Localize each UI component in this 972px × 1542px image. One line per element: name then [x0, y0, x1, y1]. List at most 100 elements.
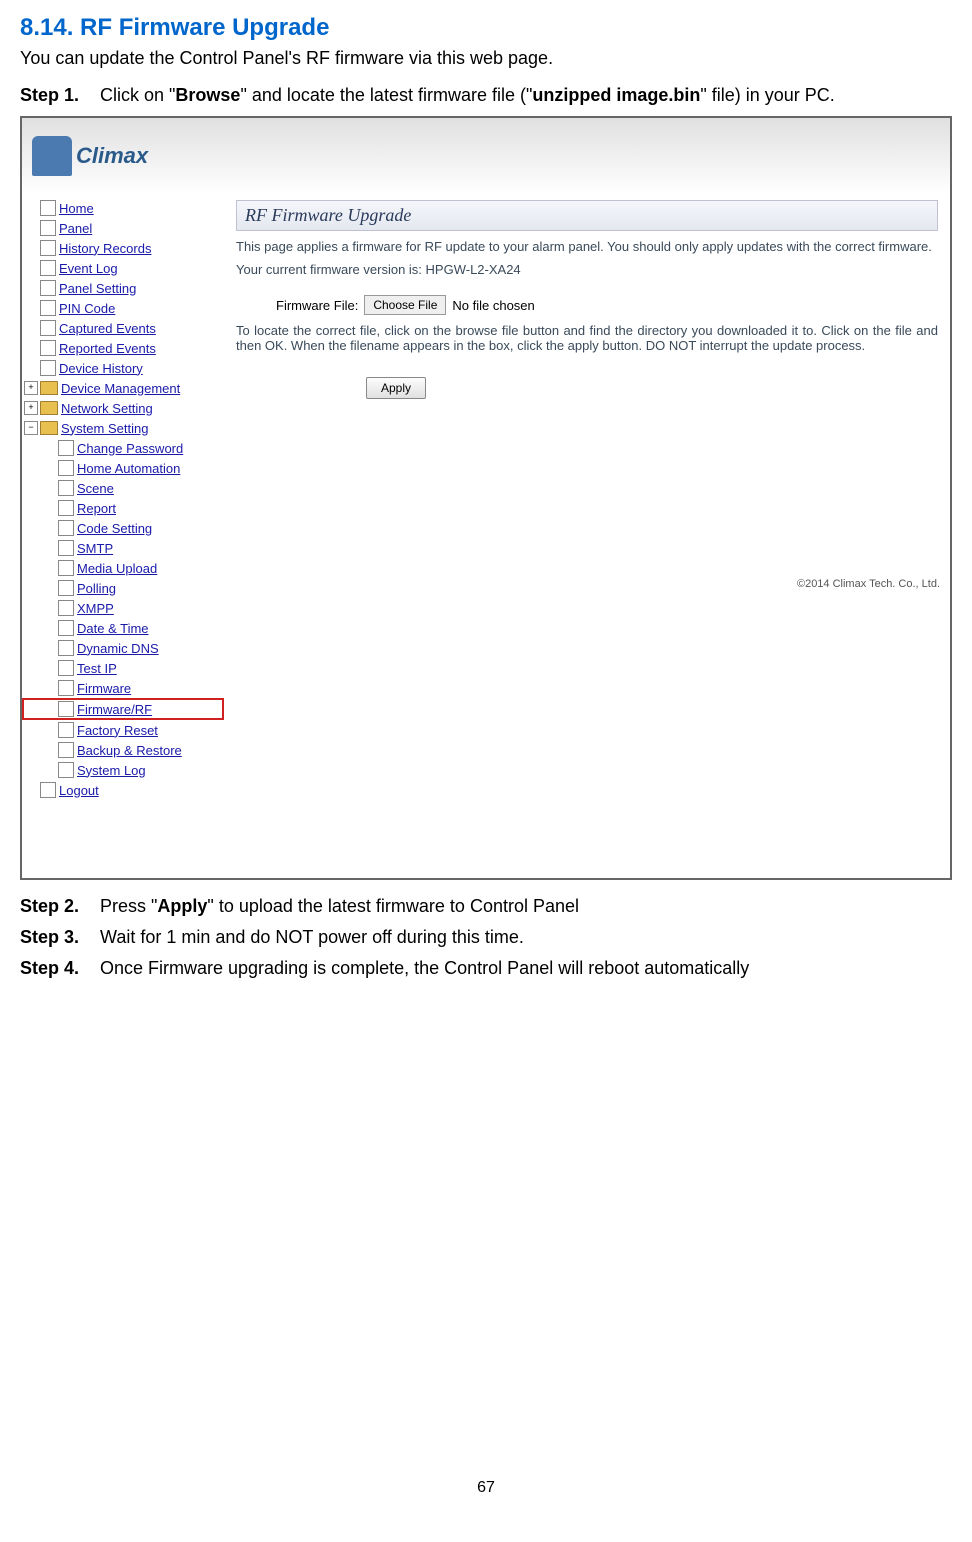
text: Click on " — [100, 85, 175, 105]
expand-icon[interactable]: + — [24, 401, 38, 415]
nav-polling[interactable]: Polling — [24, 578, 224, 598]
nav-label: Logout — [59, 783, 99, 798]
folder-icon — [40, 401, 58, 415]
nav-code-setting[interactable]: Code Setting — [24, 518, 224, 538]
step-label: Step 1. — [20, 85, 100, 106]
nav-label: Firmware/RF — [77, 702, 152, 717]
text: " and locate the latest firmware file (" — [240, 85, 532, 105]
nav-label: Report — [77, 501, 116, 516]
no-file-text: No file chosen — [452, 298, 534, 313]
nav-home[interactable]: Home — [24, 198, 224, 218]
step-text: Once Firmware upgrading is complete, the… — [100, 958, 952, 979]
nav-label: Media Upload — [77, 561, 157, 576]
nav-label: Change Password — [77, 441, 183, 456]
nav-change-password[interactable]: Change Password — [24, 438, 224, 458]
apply-button[interactable]: Apply — [366, 377, 426, 399]
nav-label: Scene — [77, 481, 114, 496]
nav-label: XMPP — [77, 601, 114, 616]
nav-factory-reset[interactable]: Factory Reset — [24, 720, 224, 740]
filename-word: unzipped image.bin — [532, 85, 700, 105]
content-area: Home Panel History Records Event Log Pan… — [22, 194, 950, 804]
nav-label: Panel Setting — [59, 281, 136, 296]
text: " to upload the latest firmware to Contr… — [207, 896, 579, 916]
nav-system-log[interactable]: System Log — [24, 760, 224, 780]
nav-media-upload[interactable]: Media Upload — [24, 558, 224, 578]
nav-network-setting[interactable]: +Network Setting — [24, 398, 224, 418]
nav-xmpp[interactable]: XMPP — [24, 598, 224, 618]
page-number: 67 — [20, 1479, 952, 1497]
nav-firmware-rf[interactable]: Firmware/RF — [22, 698, 224, 720]
nav-label: Backup & Restore — [77, 743, 182, 758]
logo-text: Climax — [76, 143, 148, 169]
nav-event-log[interactable]: Event Log — [24, 258, 224, 278]
nav-label: Dynamic DNS — [77, 641, 159, 656]
choose-file-button[interactable]: Choose File — [364, 295, 446, 315]
step-4: Step 4. Once Firmware upgrading is compl… — [20, 958, 952, 979]
nav-label: Captured Events — [59, 321, 156, 336]
nav-backup-restore[interactable]: Backup & Restore — [24, 740, 224, 760]
folder-icon — [40, 421, 58, 435]
nav-panel-setting[interactable]: Panel Setting — [24, 278, 224, 298]
expand-icon[interactable]: + — [24, 381, 38, 395]
nav-label: Test IP — [77, 661, 117, 676]
nav-date-time[interactable]: Date & Time — [24, 618, 224, 638]
step-label: Step 4. — [20, 958, 100, 979]
nav-panel[interactable]: Panel — [24, 218, 224, 238]
collapse-icon[interactable]: − — [24, 421, 38, 435]
nav-history-records[interactable]: History Records — [24, 238, 224, 258]
nav-system-setting[interactable]: − System Setting — [24, 418, 224, 438]
description-1: This page applies a firmware for RF upda… — [236, 239, 938, 254]
firmware-version: Your current firmware version is: HPGW-L… — [236, 262, 938, 277]
nav-home-automation[interactable]: Home Automation — [24, 458, 224, 478]
screenshot-container: Climax Home Panel History Records Event … — [20, 116, 952, 880]
nav-label: Reported Events — [59, 341, 156, 356]
nav-label: System Log — [77, 763, 146, 778]
nav-label: Home Automation — [77, 461, 180, 476]
nav-label: Device History — [59, 361, 143, 376]
nav-label: Factory Reset — [77, 723, 158, 738]
apply-word: Apply — [157, 896, 207, 916]
file-label: Firmware File: — [276, 298, 358, 313]
page-title: RF Firmware Upgrade — [236, 200, 938, 231]
nav-label: SMTP — [77, 541, 113, 556]
nav-pin-code[interactable]: PIN Code — [24, 298, 224, 318]
nav-label: Firmware — [77, 681, 131, 696]
nav-captured-events[interactable]: Captured Events — [24, 318, 224, 338]
step-2: Step 2. Press "Apply" to upload the late… — [20, 896, 952, 917]
nav-report[interactable]: Report — [24, 498, 224, 518]
text: Press " — [100, 896, 157, 916]
step-3: Step 3. Wait for 1 min and do NOT power … — [20, 927, 952, 948]
nav-logout[interactable]: Logout — [24, 780, 224, 800]
nav-label: Code Setting — [77, 521, 152, 536]
nav-tree: Home Panel History Records Event Log Pan… — [22, 194, 224, 804]
folder-icon — [40, 381, 58, 395]
section-title: 8.14. RF Firmware Upgrade — [20, 14, 952, 42]
file-row: Firmware File: Choose File No file chose… — [276, 295, 938, 315]
logo-area: Climax — [22, 118, 950, 194]
intro-text: You can update the Control Panel's RF fi… — [20, 48, 952, 69]
step-label: Step 2. — [20, 896, 100, 917]
nav-label: Polling — [77, 581, 116, 596]
nav-label: Home — [59, 201, 94, 216]
nav-dynamic-dns[interactable]: Dynamic DNS — [24, 638, 224, 658]
nav-firmware[interactable]: Firmware — [24, 678, 224, 698]
copyright: ©2014 Climax Tech. Co., Ltd. — [797, 578, 940, 590]
browse-word: Browse — [175, 85, 240, 105]
nav-label: History Records — [59, 241, 151, 256]
step-text: Press "Apply" to upload the latest firmw… — [100, 896, 952, 917]
nav-reported-events[interactable]: Reported Events — [24, 338, 224, 358]
step-text: Wait for 1 min and do NOT power off duri… — [100, 927, 952, 948]
nav-device-history[interactable]: Device History — [24, 358, 224, 378]
nav-device-management[interactable]: +Device Management — [24, 378, 224, 398]
step-label: Step 3. — [20, 927, 100, 948]
step-1: Step 1. Click on "Browse" and locate the… — [20, 85, 952, 106]
text: " file) in your PC. — [700, 85, 834, 105]
nav-label: System Setting — [61, 421, 148, 436]
nav-test-ip[interactable]: Test IP — [24, 658, 224, 678]
nav-scene[interactable]: Scene — [24, 478, 224, 498]
step-text: Click on "Browse" and locate the latest … — [100, 85, 952, 106]
nav-label: PIN Code — [59, 301, 115, 316]
nav-label: Date & Time — [77, 621, 149, 636]
nav-label: Event Log — [59, 261, 118, 276]
nav-smtp[interactable]: SMTP — [24, 538, 224, 558]
